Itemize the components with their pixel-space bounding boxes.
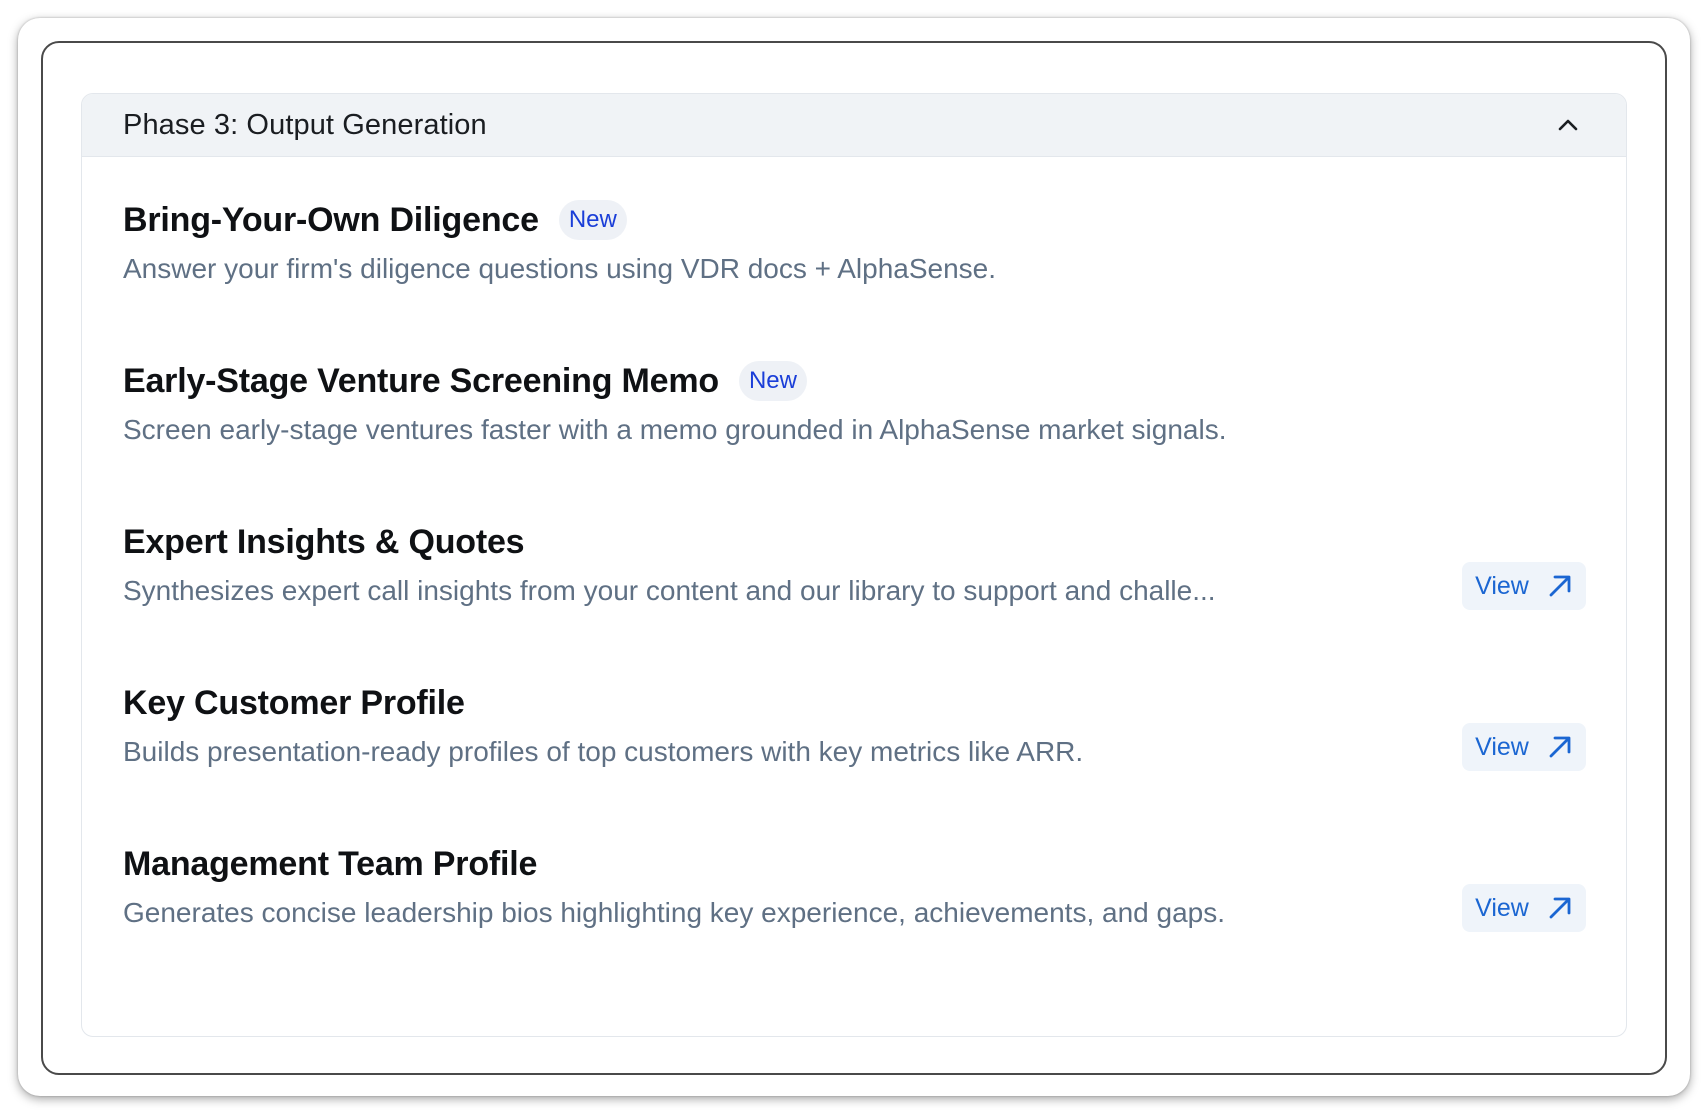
view-label: View [1475, 571, 1529, 600]
new-badge: New [738, 361, 807, 401]
list-item[interactable]: Early-Stage Venture Screening Memo New S… [82, 317, 1626, 493]
item-title: Management Team Profile [123, 844, 538, 883]
view-button[interactable]: View [1462, 562, 1586, 610]
item-title: Early-Stage Venture Screening Memo [123, 361, 719, 400]
outer-card: Phase 3: Output Generation Bring-Your-Ow… [41, 41, 1667, 1075]
arrow-up-right-icon [1549, 897, 1571, 919]
view-label: View [1475, 893, 1529, 922]
arrow-up-right-icon [1549, 736, 1571, 758]
phase-section: Phase 3: Output Generation Bring-Your-Ow… [81, 93, 1627, 1037]
item-title-row: Early-Stage Venture Screening Memo New [123, 359, 807, 403]
view-button[interactable]: View [1462, 723, 1586, 771]
view-label: View [1475, 732, 1529, 761]
item-title: Bring-Your-Own Diligence [123, 200, 539, 239]
section-header[interactable]: Phase 3: Output Generation [82, 94, 1626, 157]
item-description: Generates concise leadership bios highli… [123, 897, 1226, 928]
list-item[interactable]: Management Team Profile Generates concis… [82, 800, 1626, 976]
list-item[interactable]: Bring-Your-Own Diligence New Answer your… [82, 156, 1626, 332]
item-title-row: Expert Insights & Quotes [123, 520, 525, 564]
collapse-button[interactable] [1550, 107, 1586, 143]
item-title: Key Customer Profile [123, 683, 465, 722]
item-description: Screen early-stage ventures faster with … [123, 414, 1227, 445]
item-title: Expert Insights & Quotes [123, 522, 525, 561]
item-title-row: Management Team Profile [123, 842, 537, 886]
item-title-row: Key Customer Profile [123, 681, 465, 725]
list-item[interactable]: Key Customer Profile Builds presentation… [82, 639, 1626, 815]
item-description: Builds presentation-ready profiles of to… [123, 736, 1084, 767]
new-badge: New [558, 200, 627, 240]
section-title: Phase 3: Output Generation [123, 109, 487, 141]
item-description: Answer your firm's diligence questions u… [123, 253, 997, 284]
item-title-row: Bring-Your-Own Diligence New [123, 198, 627, 242]
chevron-up-icon [1558, 119, 1578, 131]
item-description: Synthesizes expert call insights from yo… [123, 575, 1216, 606]
arrow-up-right-icon [1549, 575, 1571, 597]
view-button[interactable]: View [1462, 884, 1586, 932]
list-item[interactable]: Expert Insights & Quotes Synthesizes exp… [82, 478, 1626, 654]
